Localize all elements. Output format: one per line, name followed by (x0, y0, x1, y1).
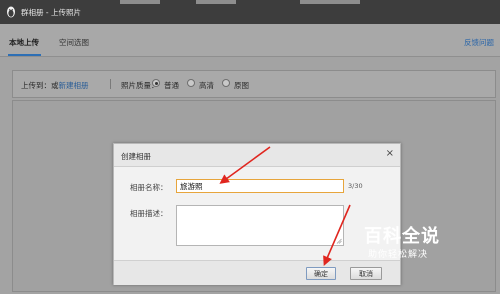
quality-normal-label[interactable]: 普通 (164, 80, 179, 91)
album-desc-label: 相册描述： (130, 209, 168, 218)
tab-space-select[interactable]: 空间选图 (59, 37, 89, 48)
watermark-title: 百科全说 (364, 226, 440, 247)
close-icon[interactable]: × (386, 149, 394, 159)
resize-grip-icon[interactable] (336, 238, 342, 244)
background-window-strip (300, 0, 360, 4)
album-name-input[interactable] (176, 179, 344, 193)
upload-options-bar: 上传到：或新建相册 照片质量： 普通 高清 原图 (12, 70, 496, 98)
upload-to-label: 上传到：或新建相册 (21, 80, 89, 91)
window-title: 群相册 - 上传照片 (21, 8, 81, 17)
tab-local-upload[interactable]: 本地上传 (9, 37, 39, 48)
qq-penguin-icon (7, 6, 15, 18)
new-album-link[interactable]: 新建相册 (59, 81, 89, 90)
quality-hd-radio[interactable] (187, 79, 195, 87)
background-window-strip (196, 0, 236, 4)
album-name-label: 相册名称： (130, 183, 168, 192)
album-desc-textarea[interactable] (176, 205, 344, 246)
cancel-button[interactable]: 取消 (350, 267, 382, 280)
name-char-counter: 3/30 (348, 182, 363, 190)
upload-window: 群相册 - 上传照片 本地上传 空间选图 反馈问题 上传到：或新建相册 照片质量… (0, 0, 500, 294)
confirm-button[interactable]: 确定 (306, 267, 336, 280)
tab-bar: 本地上传 空间选图 反馈问题 (0, 24, 500, 57)
quality-normal-radio[interactable] (152, 79, 160, 87)
background-window-strip (120, 0, 160, 4)
active-tab-indicator (8, 54, 41, 56)
dialog-footer: 确定 取消 (114, 260, 400, 285)
upload-to-text: 上传到：或 (21, 81, 59, 90)
quality-original-radio[interactable] (222, 79, 230, 87)
create-album-dialog: 创建相册 × 相册名称： 3/30 相册描述： 确定 取消 (113, 143, 401, 285)
watermark-logo: 百科全说 助你轻松解决 (362, 222, 454, 266)
dialog-title: 创建相册 (121, 152, 151, 161)
dialog-header[interactable]: 创建相册 × (114, 144, 400, 167)
title-bar[interactable]: 群相册 - 上传照片 (0, 0, 500, 24)
quality-original-label[interactable]: 原图 (234, 80, 249, 91)
feedback-link[interactable]: 反馈问题 (464, 37, 494, 48)
watermark-subtitle: 助你轻松解决 (368, 250, 429, 260)
quality-hd-label[interactable]: 高清 (199, 80, 214, 91)
divider (110, 79, 111, 89)
